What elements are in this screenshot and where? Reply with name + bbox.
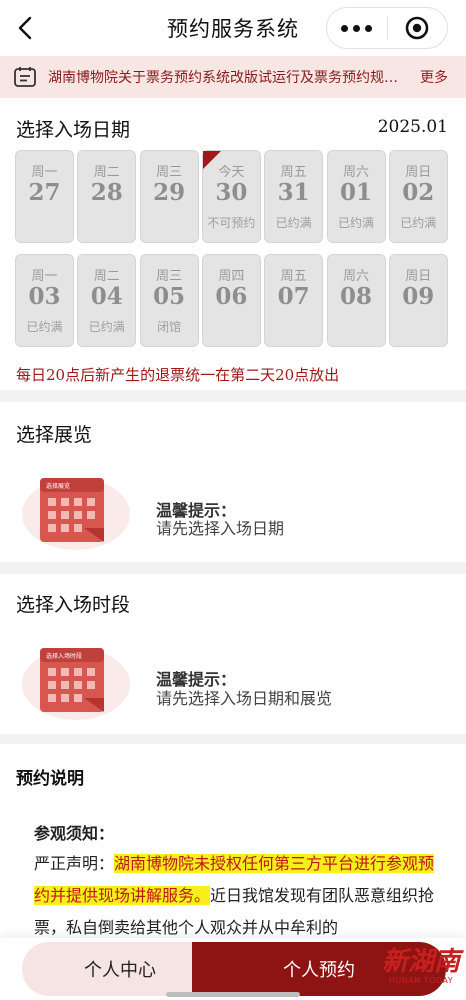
date-weekday: 周日 — [405, 269, 432, 284]
date-weekday: 周五 — [280, 165, 307, 180]
statement-paragraph: 严正声明：湖南博物院未授权任何第三方平台进行参观预约并提供现场讲解服务。近日我馆… — [34, 848, 444, 944]
watermark-cn: 新湖南 — [381, 947, 460, 977]
announcement-bar[interactable]: 湖南博物院关于票务预约系统改版试运行及票务预约规… 更多 — [0, 56, 466, 98]
date-cell-09[interactable]: 周日 09 — [388, 254, 448, 347]
time-slot-section: 选择入场时段 选择入场时段 温馨提示： 请先选择入场日期和展览 — [0, 574, 466, 734]
more-dots-icon[interactable] — [327, 8, 387, 48]
date-number: 30 — [215, 179, 248, 206]
date-weekday: 周日 — [405, 165, 432, 180]
date-weekday: 周三 — [156, 165, 183, 180]
exhibition-section: 选择展览 选择展览 温馨提示： 请先选择入场日期 — [0, 402, 466, 562]
home-indicator — [166, 992, 300, 997]
date-number: 31 — [277, 179, 310, 206]
year-month-label: 2025.01 — [377, 117, 448, 137]
watermark-logo: 新湖南 HUNAN TODAY — [382, 948, 460, 985]
date-number: 27 — [28, 179, 61, 206]
exhibition-tip-text: 请先选择入场日期 — [156, 519, 285, 538]
chevron-left-icon[interactable] — [12, 12, 40, 44]
date-weekday: 周六 — [342, 269, 369, 284]
date-weekday: 周二 — [93, 165, 120, 180]
date-weekday: 周一 — [31, 165, 58, 180]
date-number: 05 — [153, 283, 186, 310]
date-number: 06 — [215, 283, 248, 310]
date-cell-05[interactable]: 周三 05 闭馆 — [139, 254, 199, 347]
date-status: 已约满 — [88, 320, 125, 334]
watermark-en: HUNAN TODAY — [388, 976, 454, 985]
statement-lead: 严正声明： — [34, 854, 115, 873]
date-status: 已约满 — [26, 320, 63, 334]
date-weekday: 周六 — [342, 165, 369, 180]
date-cell-08[interactable]: 周六 08 — [326, 254, 386, 347]
date-cell-27[interactable]: 周一 27 — [15, 150, 74, 243]
date-status: 已约满 — [400, 216, 437, 230]
time-tip-text: 请先选择入场日期和展览 — [156, 689, 333, 708]
date-number: 01 — [339, 179, 372, 206]
date-weekday: 周五 — [280, 269, 307, 284]
date-status: 已约满 — [275, 216, 312, 230]
calendar-illustration-icon: 选择入场时段 — [22, 648, 130, 720]
date-number: 02 — [402, 179, 435, 206]
date-weekday: 周一 — [31, 269, 58, 284]
date-number: 08 — [339, 283, 372, 310]
date-cell-02[interactable]: 周日 02 已约满 — [388, 150, 448, 243]
date-cell-01[interactable]: 周六 01 已约满 — [326, 150, 386, 243]
illustration-label: 选择入场时段 — [46, 652, 82, 660]
date-cell-28[interactable]: 周二 28 — [77, 150, 137, 243]
date-number: 04 — [90, 283, 123, 310]
target-close-icon[interactable] — [387, 8, 447, 48]
date-number: 07 — [277, 283, 310, 310]
refund-note: 每日20点后新产生的退票统一在第二天20点放出 — [16, 366, 340, 384]
date-status: 不可预约 — [207, 216, 256, 230]
notice-list-icon — [14, 67, 36, 87]
date-status: 闭馆 — [157, 320, 182, 334]
date-section-title: 选择入场日期 — [16, 119, 131, 141]
instructions-title: 预约说明 — [16, 769, 84, 789]
date-number: 29 — [153, 179, 186, 206]
visit-notice-heading: 参观须知： — [34, 824, 115, 843]
date-weekday: 周二 — [93, 269, 120, 284]
calendar-illustration-icon: 选择展览 — [22, 478, 130, 550]
date-cell-30[interactable]: 今天 30 不可预约 — [201, 150, 261, 243]
date-number: 03 — [28, 283, 61, 310]
date-status: 已约满 — [337, 216, 374, 230]
date-cell-04[interactable]: 周二 04 已约满 — [77, 254, 137, 347]
announcement-text[interactable]: 湖南博物院关于票务预约系统改版试运行及票务预约规… — [48, 67, 408, 87]
announcement-more-link[interactable]: 更多 — [420, 67, 448, 87]
mini-program-capsule — [326, 7, 448, 49]
time-section-title: 选择入场时段 — [16, 594, 131, 616]
illustration-label: 选择展览 — [46, 482, 70, 490]
date-cell-06[interactable]: 周四 06 — [201, 254, 261, 347]
date-cell-29[interactable]: 周三 29 — [139, 150, 199, 243]
date-number: 09 — [402, 283, 435, 310]
date-weekday: 周四 — [218, 269, 245, 284]
date-weekday: 周三 — [156, 269, 183, 284]
page-title: 预约服务系统 — [167, 17, 299, 41]
nav-bar: 预约服务系统 — [0, 0, 466, 56]
date-number: 28 — [90, 179, 123, 206]
exhibition-section-title: 选择展览 — [16, 424, 93, 446]
date-section: 选择入场日期 2025.01 周一 27 周二 28 周三 29 今天 30 不可预约 周五 31 已… — [0, 98, 466, 390]
date-cell-07[interactable]: 周五 07 — [264, 254, 324, 347]
today-corner-badge-icon — [202, 151, 221, 169]
date-cell-03[interactable]: 周一 03 已约满 — [15, 254, 74, 347]
date-cell-31[interactable]: 周五 31 已约满 — [264, 150, 324, 243]
tab-personal-center[interactable]: 个人中心 — [22, 942, 218, 996]
